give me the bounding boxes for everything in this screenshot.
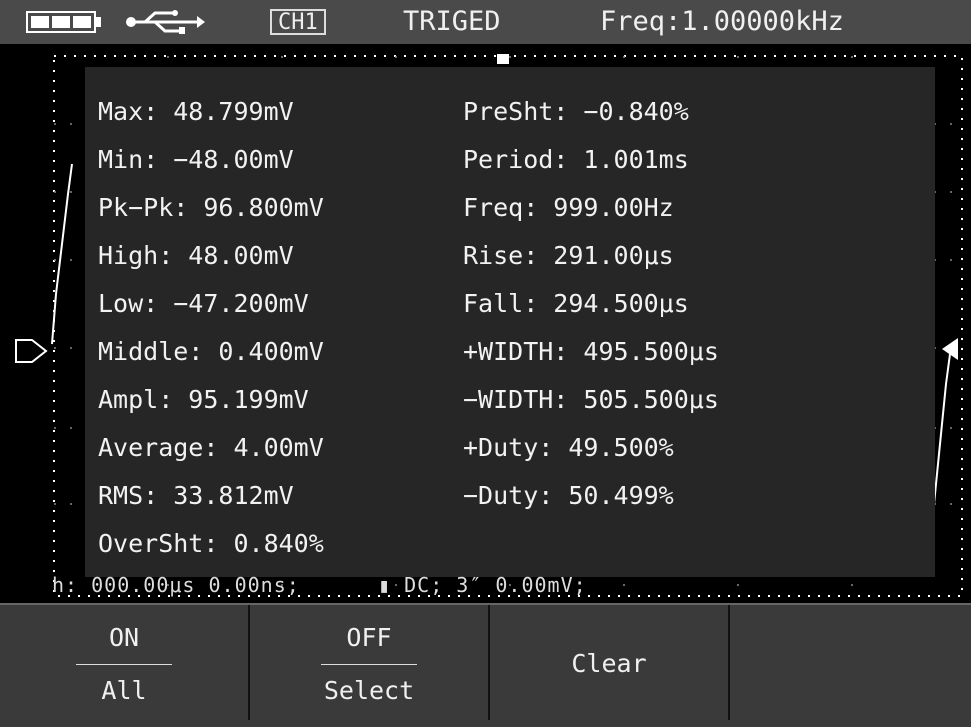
meas-neg-duty: −Duty: 50.499% bbox=[463, 481, 674, 510]
meas-low: Low: −47.200mV bbox=[98, 289, 309, 318]
meas-middle: Middle: 0.400mV bbox=[98, 337, 324, 366]
usb-icon bbox=[126, 10, 205, 34]
meas-high: High: 48.00mV bbox=[98, 241, 294, 270]
meas-preshoot: PreSht: −0.840% bbox=[463, 97, 689, 126]
softkey-clear[interactable]: Clear bbox=[490, 605, 730, 722]
softkey-all-on[interactable]: ON All bbox=[0, 605, 250, 722]
trigger-level-icon bbox=[942, 338, 958, 360]
softkey-divider bbox=[76, 664, 172, 665]
meas-period: Period: 1.001ms bbox=[463, 145, 689, 174]
meas-fall: Fall: 294.500μs bbox=[463, 289, 689, 318]
meas-rms: RMS: 33.812mV bbox=[98, 481, 294, 510]
meas-max: Max: 48.799mV bbox=[98, 97, 294, 126]
meas-ampl: Ampl: 95.199mV bbox=[98, 385, 309, 414]
softkey-all-label: All bbox=[101, 676, 147, 705]
measurement-panel: Max: 48.799mV Min: −48.00mV Pk−Pk: 96.80… bbox=[85, 67, 935, 577]
meas-freq: Freq: 999.00Hz bbox=[463, 193, 674, 222]
softkey-select-off[interactable]: OFF Select bbox=[250, 605, 490, 722]
softkey-divider bbox=[321, 664, 417, 665]
frequency-readout: Freq:1.00000kHz bbox=[600, 6, 844, 37]
meas-neg-width: −WIDTH: 505.500μs bbox=[463, 385, 719, 414]
meas-pos-duty: +Duty: 49.500% bbox=[463, 433, 674, 462]
channel-indicator: CH1 bbox=[270, 9, 326, 35]
battery-tip bbox=[96, 17, 101, 27]
bottom-strip bbox=[0, 720, 971, 727]
meas-pkpk: Pk−Pk: 96.800mV bbox=[98, 193, 324, 222]
cursor-readout: h: 000.00μs 0.00ns; ▮ DC; 3″ 0.00mV; bbox=[52, 573, 587, 597]
ground-marker-icon bbox=[15, 339, 48, 363]
softkey-select-label: Select bbox=[323, 676, 415, 705]
meas-overshoot: OverSht: 0.840% bbox=[98, 529, 324, 558]
status-bar: CH1 TRIGED Freq:1.00000kHz bbox=[0, 0, 971, 44]
meas-rise: Rise: 291.00μs bbox=[463, 241, 674, 270]
trigger-status: TRIGED bbox=[403, 6, 501, 37]
softkey-clear-label: Clear bbox=[571, 649, 647, 678]
softkey-select-state: OFF bbox=[346, 623, 392, 652]
softkey-menu: ON All OFF Select Clear bbox=[0, 603, 971, 722]
softkey-empty bbox=[730, 605, 971, 722]
battery-icon bbox=[26, 11, 96, 33]
meas-average: Average: 4.00mV bbox=[98, 433, 324, 462]
meas-pos-width: +WIDTH: 495.500μs bbox=[463, 337, 719, 366]
softkey-all-state: ON bbox=[108, 623, 140, 652]
meas-min: Min: −48.00mV bbox=[98, 145, 294, 174]
